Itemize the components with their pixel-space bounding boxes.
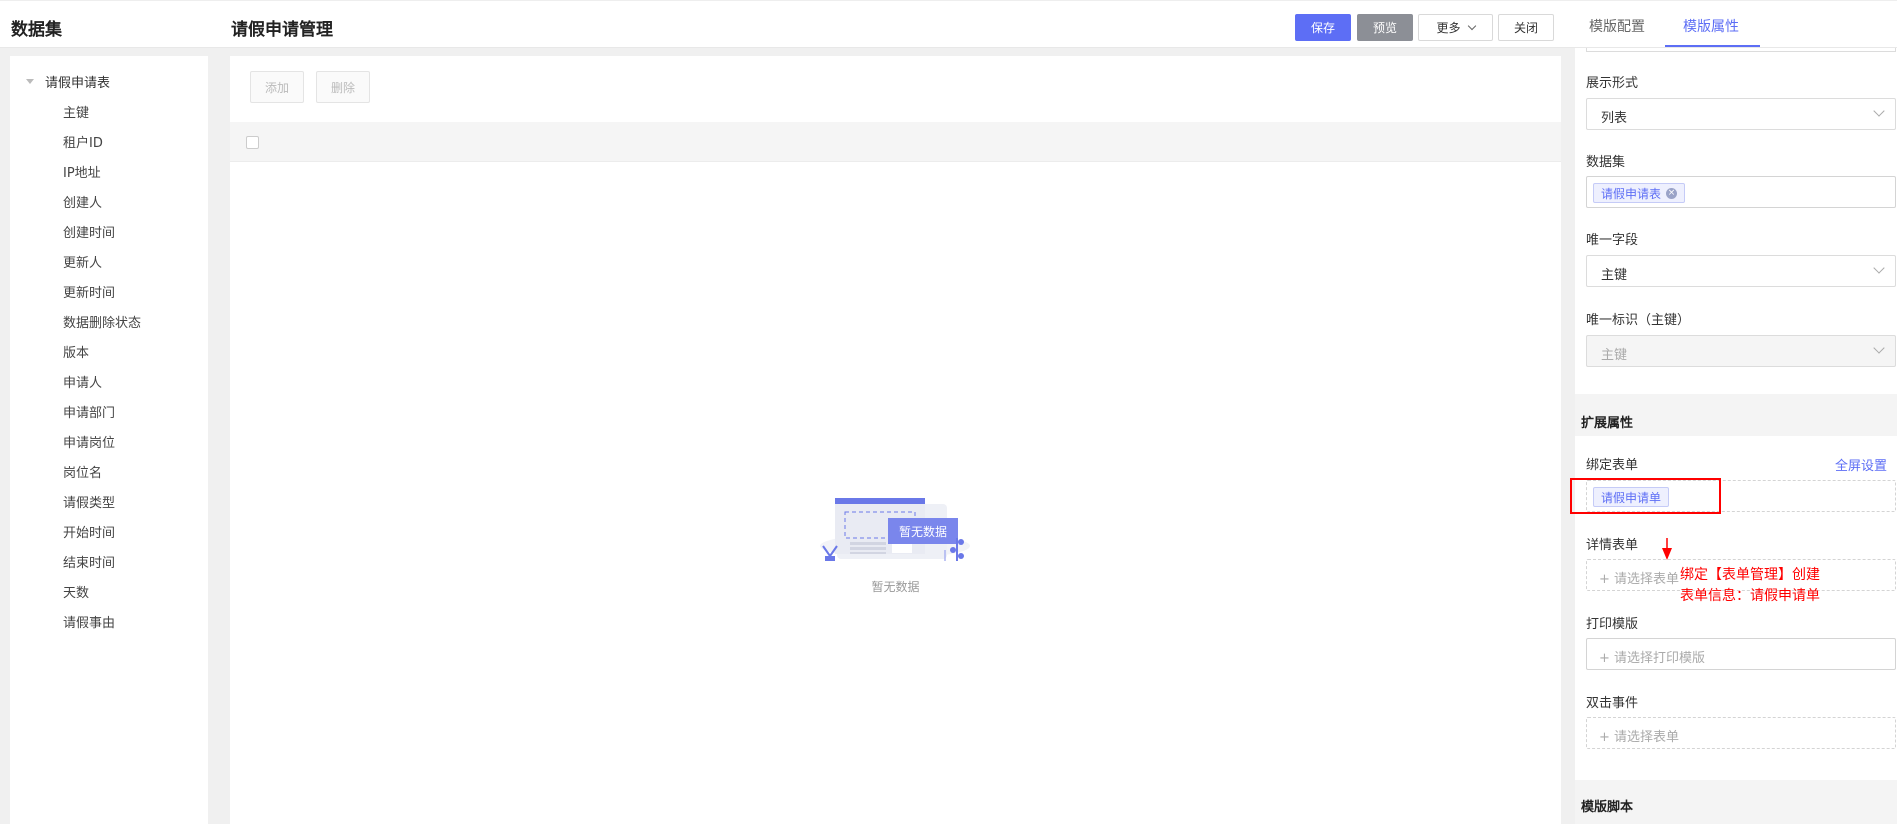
tree-item[interactable]: 请假事由 — [63, 612, 115, 631]
dblclick-event-select[interactable]: + 请选择表单 — [1586, 717, 1896, 749]
save-button[interactable]: 保存 — [1295, 14, 1351, 41]
tree-item[interactable]: 主键 — [63, 102, 89, 121]
tab-template-config[interactable]: 模版配置 — [1589, 16, 1645, 36]
dataset-tag-label: 请假申请表 — [1601, 186, 1662, 201]
properties-panel: 展示形式 列表 数据集 请假申请表 × 唯一字段 主键 唯一标识（主键） 主键 … — [1575, 48, 1897, 824]
design-canvas: 添加 删除 暂无数据 暂无数据 — [230, 56, 1561, 824]
empty-illustration: 暂无数据 — [815, 446, 975, 568]
tree-item[interactable]: 岗位名 — [63, 462, 102, 481]
dblclick-event-placeholder: + 请选择表单 — [1599, 730, 1680, 745]
unique-id-select: 主键 — [1586, 335, 1896, 367]
tree-item[interactable]: 申请部门 — [63, 402, 115, 421]
preview-button[interactable]: 预览 — [1357, 14, 1413, 41]
tree-item[interactable]: 申请人 — [63, 372, 102, 391]
tree-item[interactable]: 结束时间 — [63, 552, 115, 571]
tree-item[interactable]: 请假类型 — [63, 492, 115, 511]
unique-id-label: 唯一标识（主键） — [1586, 313, 1691, 328]
empty-text: 暂无数据 — [871, 580, 920, 594]
empty-badge-label: 暂无数据 — [899, 524, 947, 539]
chevron-down-icon — [1873, 105, 1885, 117]
empty-badge: 暂无数据 — [888, 518, 958, 544]
table-header — [230, 122, 1561, 162]
detail-form-placeholder: + 请选择表单 — [1599, 572, 1680, 587]
chevron-down-icon — [1873, 262, 1885, 274]
unique-field-select[interactable]: 主键 — [1586, 255, 1896, 287]
dataset-tag[interactable]: 请假申请表 × — [1593, 183, 1686, 203]
annotation-line-2: 表单信息：请假申请单 — [1680, 588, 1820, 604]
display-mode-label: 展示形式 — [1586, 76, 1639, 91]
more-label: 更多 — [1436, 21, 1461, 35]
select-all-checkbox[interactable] — [246, 136, 259, 149]
more-button[interactable]: 更多 — [1418, 14, 1493, 41]
print-template-select[interactable]: + 请选择打印模版 — [1586, 638, 1896, 670]
highlight-box — [1570, 478, 1721, 514]
close-icon[interactable]: × — [1666, 187, 1678, 199]
tab-template-properties[interactable]: 模版属性 — [1683, 16, 1739, 36]
caret-down-icon[interactable] — [26, 79, 34, 84]
empty-data-icon: 暂无数据 — [820, 498, 970, 568]
tree-item[interactable]: 数据删除状态 — [63, 312, 141, 331]
unique-field-label: 唯一字段 — [1586, 233, 1639, 248]
dataset-tree: 请假申请表 主键 租户ID IP地址 创建人 创建时间 更新人 更新时间 数据删… — [10, 56, 208, 824]
close-button[interactable]: 关闭 — [1498, 14, 1554, 41]
chevron-down-icon — [1873, 342, 1885, 354]
print-template-label: 打印模版 — [1586, 617, 1639, 632]
tree-item[interactable]: 更新人 — [63, 252, 102, 271]
plus-icon: + — [1599, 651, 1615, 666]
dataset-panel-title: 数据集 — [11, 20, 62, 40]
template-script-title: 模版脚本 — [1581, 800, 1634, 815]
plus-icon: + — [1599, 572, 1615, 587]
active-tab-indicator — [1665, 45, 1760, 47]
tree-root-label: 请假申请表 — [45, 76, 111, 91]
dataset-label: 数据集 — [1586, 155, 1626, 170]
delete-button[interactable]: 删除 — [316, 71, 371, 103]
annotation-line-1: 绑定【表单管理】创建 — [1680, 567, 1820, 583]
tree-item[interactable]: 天数 — [63, 582, 89, 601]
extended-properties-title: 扩展属性 — [1581, 416, 1634, 431]
detail-form-label: 详情表单 — [1586, 538, 1639, 553]
page-title: 请假申请管理 — [231, 20, 333, 40]
top-bar: 数据集 请假申请管理 保存 预览 更多 关闭 模版配置 模版属性 — [0, 0, 1897, 48]
tree-item[interactable]: 创建人 — [63, 192, 102, 211]
tree-item[interactable]: 更新时间 — [63, 282, 115, 301]
display-mode-select[interactable]: 列表 — [1586, 98, 1896, 130]
dataset-select[interactable]: 请假申请表 × — [1586, 176, 1896, 208]
plus-icon: + — [1599, 730, 1615, 745]
arrow-icon — [1662, 538, 1672, 560]
tree-item[interactable]: 版本 — [63, 342, 89, 361]
tree-item[interactable]: 申请岗位 — [63, 432, 115, 451]
chevron-down-icon — [1467, 21, 1476, 30]
dblclick-event-label: 双击事件 — [1586, 696, 1639, 711]
unique-id-value: 主键 — [1601, 348, 1628, 363]
basic-properties-card: 展示形式 列表 数据集 请假申请表 × 唯一字段 主键 唯一标识（主键） 主键 — [1575, 48, 1897, 394]
display-mode-value: 列表 — [1601, 111, 1628, 126]
tree-root-node[interactable]: 请假申请表 — [26, 72, 110, 91]
tree-item[interactable]: IP地址 — [63, 162, 101, 181]
bind-form-label: 绑定表单 — [1586, 458, 1639, 473]
unique-field-value: 主键 — [1601, 268, 1628, 283]
add-button[interactable]: 添加 — [250, 71, 305, 103]
tree-item[interactable]: 开始时间 — [63, 522, 115, 541]
fullscreen-settings-link[interactable]: 全屏设置 — [1835, 455, 1887, 474]
tree-item[interactable]: 创建时间 — [63, 222, 115, 241]
tree-item[interactable]: 租户ID — [63, 132, 103, 151]
print-template-placeholder: + 请选择打印模版 — [1599, 651, 1706, 666]
